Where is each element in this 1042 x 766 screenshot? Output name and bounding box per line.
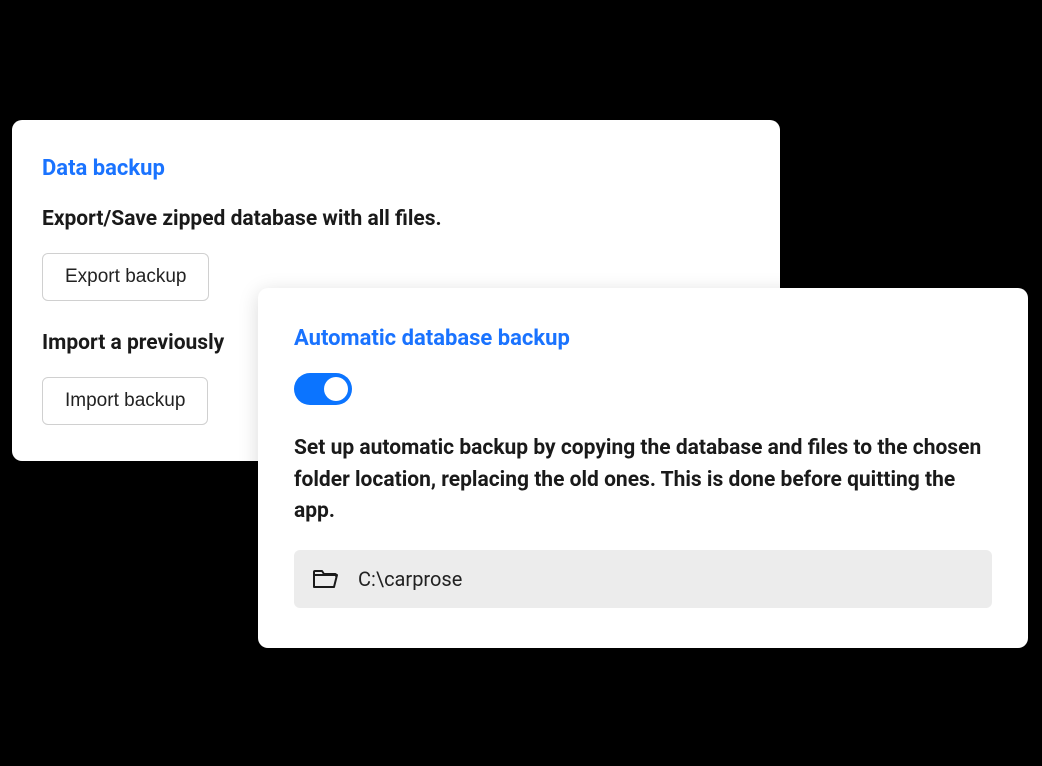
auto-backup-toggle[interactable] [294,373,352,405]
auto-backup-title: Automatic database backup [294,326,992,351]
backup-path-field[interactable]: C:\carprose [294,550,992,608]
folder-open-icon [312,566,340,592]
data-backup-title: Data backup [42,156,750,181]
export-heading: Export/Save zipped database with all fil… [42,207,750,231]
backup-path-text: C:\carprose [358,567,462,591]
toggle-knob [324,377,348,401]
import-backup-button[interactable]: Import backup [42,377,208,425]
auto-backup-description: Set up automatic backup by copying the d… [294,433,992,528]
auto-backup-card: Automatic database backup Set up automat… [258,288,1028,648]
export-backup-button[interactable]: Export backup [42,253,209,301]
